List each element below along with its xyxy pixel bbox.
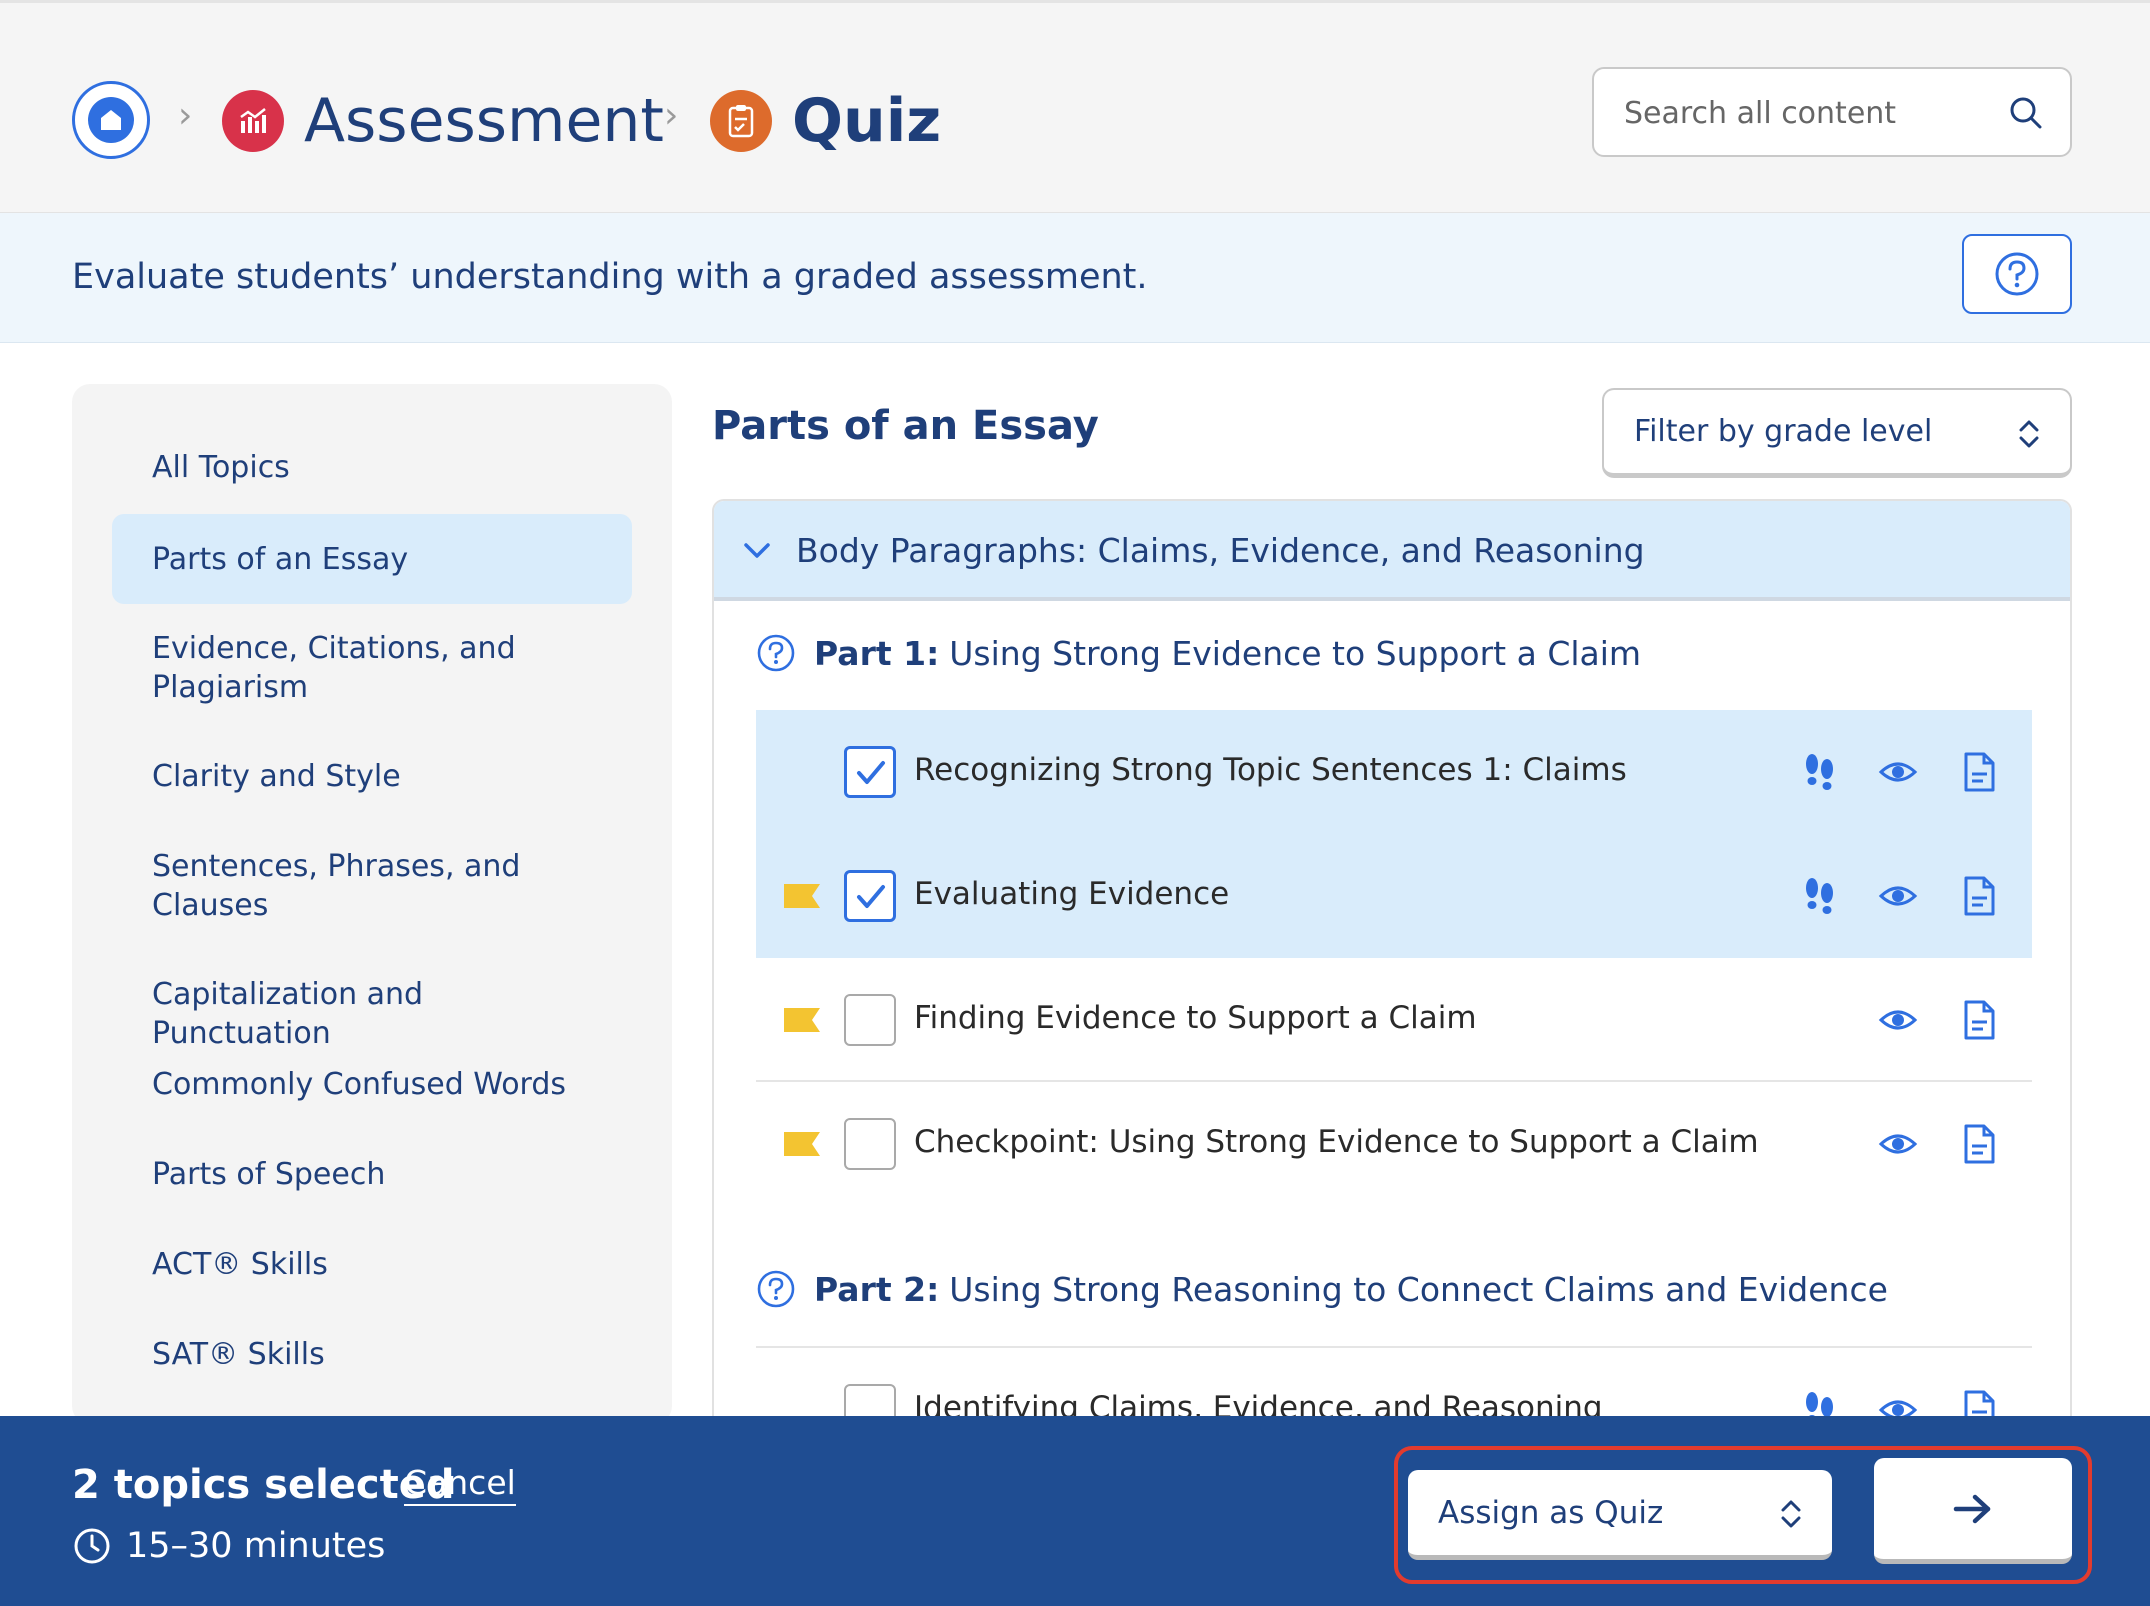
- sidebar-item-clarity-and-style[interactable]: Clarity and Style: [112, 757, 632, 796]
- checkmark-icon: [857, 761, 885, 784]
- breadcrumb-separator: ›: [178, 95, 193, 136]
- document-icon[interactable]: [1958, 874, 2000, 918]
- breadcrumb-separator: ›: [664, 95, 679, 136]
- search-placeholder: Search all content: [1624, 96, 1897, 131]
- part-prefix: Part 1:: [814, 633, 940, 673]
- document-icon[interactable]: [1958, 750, 2000, 794]
- info-banner: Evaluate students’ understanding with a …: [0, 213, 2150, 343]
- lesson-row[interactable]: Checkpoint: Using Strong Evidence to Sup…: [756, 1082, 2032, 1206]
- lesson-title: Recognizing Strong Topic Sentences 1: Cl…: [914, 752, 1627, 788]
- home-button[interactable]: [72, 81, 150, 159]
- sidebar-item-parts-of-an-essay[interactable]: Parts of an Essay: [112, 514, 632, 604]
- part-title[interactable]: Using Strong Evidence to Support a Claim: [949, 634, 1641, 673]
- lesson-title: Checkpoint: Using Strong Evidence to Sup…: [914, 1124, 1759, 1160]
- document-icon[interactable]: [1958, 998, 2000, 1042]
- eye-icon[interactable]: [1877, 998, 1919, 1042]
- flag-icon: [784, 884, 820, 908]
- question-icon[interactable]: [756, 1269, 796, 1309]
- home-icon: [88, 97, 134, 143]
- lesson-row[interactable]: Recognizing Strong Topic Sentences 1: Cl…: [756, 710, 2032, 834]
- footsteps-icon[interactable]: [1799, 750, 1841, 794]
- sidebar-item-sentences-phrases[interactable]: Sentences, Phrases, and Clauses: [112, 847, 632, 925]
- part-prefix: Part 2:: [814, 1269, 940, 1309]
- chart-icon: [222, 90, 284, 152]
- sidebar-item-commonly-confused[interactable]: Commonly Confused Words: [112, 1065, 632, 1104]
- assign-type-select[interactable]: Assign as Quiz: [1408, 1470, 1832, 1560]
- assign-label: Assign as Quiz: [1438, 1495, 1664, 1531]
- up-down-chevron-icon: [1781, 1500, 1801, 1528]
- topic-sidebar: All Topics Parts of an Essay Evidence, C…: [72, 384, 672, 1424]
- part-1-header: Part 1: Using Strong Evidence to Support…: [756, 628, 1641, 678]
- search-input[interactable]: Search all content: [1592, 67, 2072, 157]
- flag-icon: [784, 1008, 820, 1032]
- lesson-checkbox[interactable]: [844, 870, 896, 922]
- help-button[interactable]: [1962, 234, 2072, 314]
- footsteps-icon[interactable]: [1799, 874, 1841, 918]
- sidebar-item-all-topics[interactable]: All Topics: [112, 448, 632, 487]
- lesson-checkbox[interactable]: [844, 994, 896, 1046]
- section-title: Body Paragraphs: Claims, Evidence, and R…: [796, 531, 1645, 570]
- header: › Assessment › Quiz Search all content: [0, 0, 2150, 213]
- selection-footer: 2 topics selected Cancel 15–30 minutes A…: [0, 1416, 2150, 1606]
- selected-count: 2 topics selected: [72, 1462, 455, 1508]
- arrow-right-icon: [1953, 1494, 1991, 1523]
- continue-button[interactable]: [1874, 1458, 2072, 1564]
- lesson-checkbox[interactable]: [844, 746, 896, 798]
- cancel-button[interactable]: Cancel: [404, 1462, 516, 1506]
- lesson-title: Finding Evidence to Support a Claim: [914, 1000, 1477, 1036]
- eye-icon[interactable]: [1877, 750, 1919, 794]
- clipboard-icon: [710, 90, 772, 152]
- page-title: Quiz: [792, 86, 942, 156]
- breadcrumb-assessment[interactable]: Assessment: [304, 81, 664, 161]
- search-icon[interactable]: [2006, 93, 2046, 133]
- sidebar-item-evidence-citations[interactable]: Evidence, Citations, and Plagiarism: [112, 629, 632, 707]
- lesson-checkbox[interactable]: [844, 1118, 896, 1170]
- banner-text: Evaluate students’ understanding with a …: [72, 257, 1148, 297]
- clock-icon: [74, 1528, 110, 1564]
- lesson-row[interactable]: Evaluating Evidence: [756, 834, 2032, 958]
- part-2-header: Part 2: Using Strong Reasoning to Connec…: [756, 1264, 1888, 1314]
- checkmark-icon: [857, 885, 885, 908]
- section-heading: Parts of an Essay: [712, 403, 1099, 449]
- duration-text: 15–30 minutes: [126, 1526, 386, 1566]
- sidebar-item-act-skills[interactable]: ACT® Skills: [112, 1245, 632, 1284]
- sidebar-item-capitalization[interactable]: Capitalization and Punctuation: [112, 975, 632, 1053]
- eye-icon[interactable]: [1877, 874, 1919, 918]
- grade-level-filter[interactable]: Filter by grade level: [1602, 388, 2072, 478]
- document-icon[interactable]: [1958, 1122, 2000, 1166]
- duration: 15–30 minutes: [72, 1526, 385, 1566]
- filter-label: Filter by grade level: [1634, 414, 1933, 449]
- question-icon[interactable]: [756, 633, 796, 673]
- lesson-title: Evaluating Evidence: [914, 876, 1230, 912]
- chevron-down-icon: [744, 543, 770, 558]
- question-icon: [1995, 252, 2039, 296]
- sidebar-item-sat-skills[interactable]: SAT® Skills: [112, 1335, 632, 1374]
- up-down-chevron-icon: [2019, 420, 2039, 448]
- part-title[interactable]: Using Strong Reasoning to Connect Claims…: [949, 1270, 1888, 1309]
- eye-icon[interactable]: [1877, 1122, 1919, 1166]
- lesson-row[interactable]: Finding Evidence to Support a Claim: [756, 958, 2032, 1082]
- lesson-panel: Body Paragraphs: Claims, Evidence, and R…: [712, 499, 2072, 1499]
- section-accordion-header[interactable]: Body Paragraphs: Claims, Evidence, and R…: [714, 501, 2070, 601]
- sidebar-item-parts-of-speech[interactable]: Parts of Speech: [112, 1155, 632, 1194]
- flag-icon: [784, 1132, 820, 1156]
